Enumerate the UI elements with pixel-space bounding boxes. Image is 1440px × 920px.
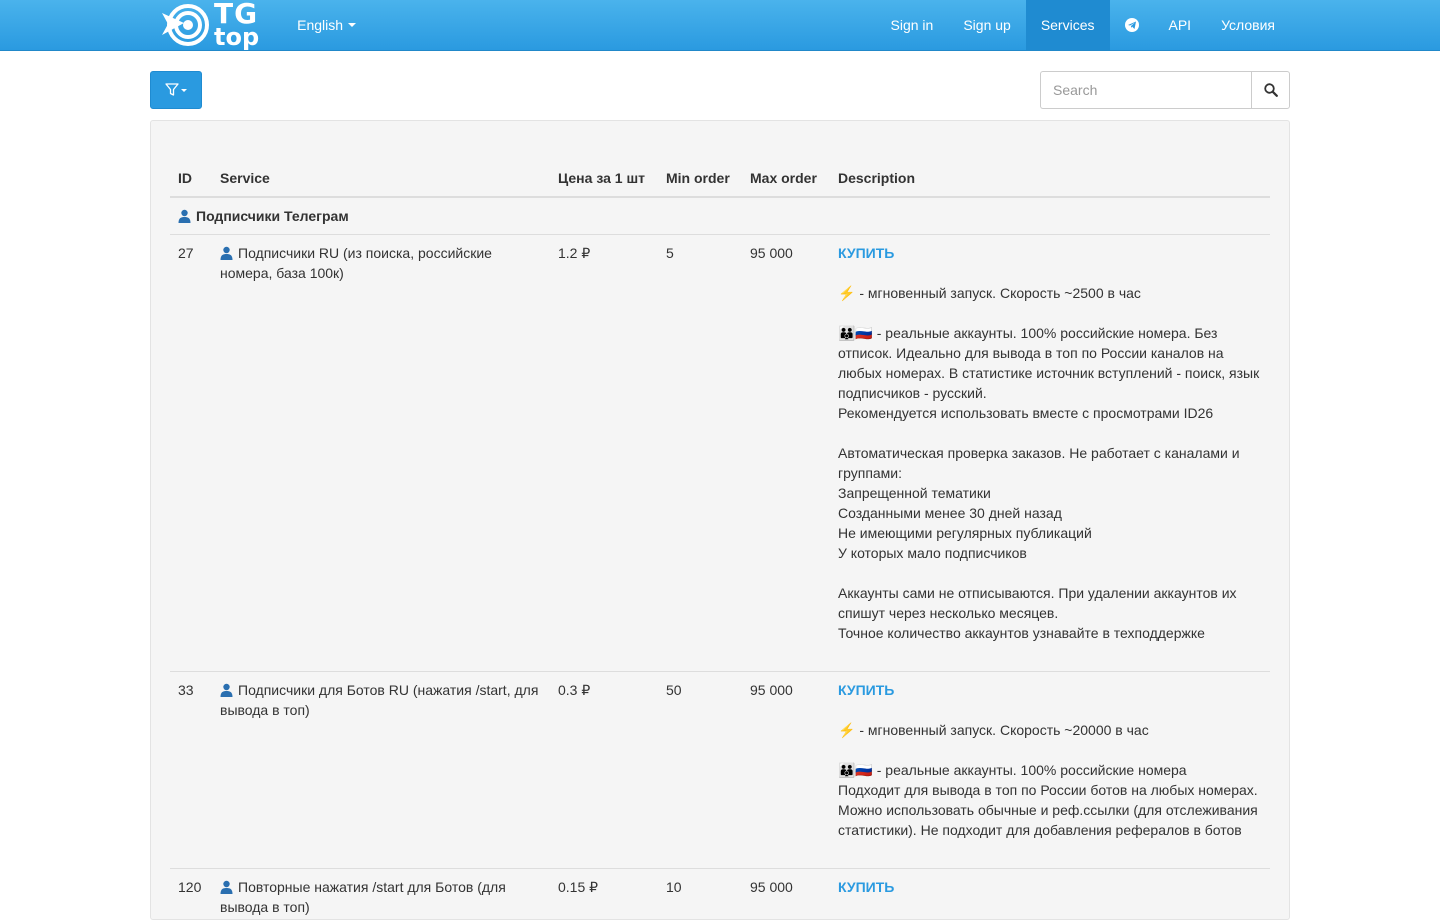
- description-paragraph: 👪🇷🇺 - реальные аккаунты. 100% российские…: [838, 760, 1262, 840]
- row-id: 27: [170, 235, 212, 672]
- header-service: Service: [212, 140, 550, 197]
- filter-button[interactable]: [150, 71, 202, 109]
- nav-api[interactable]: API: [1154, 0, 1207, 50]
- row-price: 1.2 ₽: [550, 235, 658, 672]
- user-icon: [220, 245, 233, 259]
- header-id: ID: [170, 140, 212, 197]
- main-container: ID Service Цена за 1 шт Min order Max or…: [150, 71, 1290, 920]
- table-header-row: ID Service Цена за 1 шт Min order Max or…: [170, 140, 1270, 197]
- search-button[interactable]: [1251, 71, 1290, 109]
- category-label: Подписчики Телеграм: [196, 208, 349, 224]
- row-max-order: 95 000: [742, 672, 830, 869]
- description-paragraph: ⚡ - мгновенный запуск. Скорость ~2500 в …: [838, 283, 1262, 303]
- category-cell: Подписчики Телеграм: [170, 197, 1270, 235]
- search-input[interactable]: [1040, 71, 1251, 109]
- nav-sign-up[interactable]: Sign up: [948, 0, 1025, 50]
- buy-button[interactable]: КУПИТЬ: [838, 879, 894, 895]
- category-row: Подписчики Телеграм: [170, 197, 1270, 235]
- row-service-name: Повторные нажатия /start для Ботов (для …: [220, 879, 506, 915]
- nav-terms[interactable]: Условия: [1206, 0, 1290, 50]
- user-icon: [220, 879, 233, 893]
- description-paragraph: Автоматическая проверка заказов. Не рабо…: [838, 443, 1262, 563]
- language-label: English: [297, 17, 343, 33]
- top-navbar: TG top English Sign in Sign up Services …: [0, 0, 1440, 51]
- row-service: Подписчики RU (из поиска, российские ном…: [212, 235, 550, 672]
- header-price: Цена за 1 шт: [550, 140, 658, 197]
- row-service: Подписчики для Ботов RU (нажатия /start,…: [212, 672, 550, 869]
- nav-telegram[interactable]: [1110, 0, 1154, 50]
- table-row: 33Подписчики для Ботов RU (нажатия /star…: [170, 672, 1270, 869]
- navbar-inner: TG top English Sign in Sign up Services …: [150, 0, 1290, 50]
- row-min-order: 50: [658, 672, 742, 869]
- telegram-icon: [1125, 18, 1139, 32]
- row-price: 0.15 ₽: [550, 869, 658, 920]
- toolbar: [150, 71, 1290, 109]
- row-min-order: 5: [658, 235, 742, 672]
- row-price: 0.3 ₽: [550, 672, 658, 869]
- description-paragraph: Аккаунты сами не отписываются. При удале…: [838, 583, 1262, 643]
- row-description: КУПИТЬ ⚡ - мгновенный запуск. Скорость ~2…: [830, 672, 1270, 869]
- chevron-down-icon: [348, 23, 356, 27]
- brand-text: TG top: [214, 2, 259, 48]
- row-min-order: 10: [658, 869, 742, 920]
- row-service-name: Подписчики для Ботов RU (нажатия /start,…: [220, 682, 538, 718]
- table-row: 27Подписчики RU (из поиска, российские н…: [170, 235, 1270, 672]
- buy-button[interactable]: КУПИТЬ: [838, 245, 894, 261]
- language-dropdown[interactable]: English: [297, 17, 356, 33]
- row-id: 33: [170, 672, 212, 869]
- row-service-name: Подписчики RU (из поиска, российские ном…: [220, 245, 492, 281]
- services-table: ID Service Цена за 1 шт Min order Max or…: [170, 140, 1270, 920]
- table-row: 120Повторные нажатия /start для Ботов (д…: [170, 869, 1270, 920]
- header-description: Description: [830, 140, 1270, 197]
- nav-links: Sign in Sign up Services API Условия: [876, 0, 1290, 50]
- filter-icon: [165, 83, 187, 97]
- search-icon: [1264, 83, 1278, 97]
- nav-services[interactable]: Services: [1026, 0, 1110, 50]
- brand-logo[interactable]: TG top: [160, 0, 259, 50]
- description-paragraph: 👪🇷🇺 - реальные аккаунты. 100% российские…: [838, 323, 1262, 423]
- header-min-order: Min order: [658, 140, 742, 197]
- description-paragraph: ⚡ - мгновенный запуск. Скорость ~20000 в…: [838, 720, 1262, 740]
- target-logo-icon: [160, 3, 210, 47]
- buy-button[interactable]: КУПИТЬ: [838, 682, 894, 698]
- user-icon: [220, 682, 233, 696]
- row-id: 120: [170, 869, 212, 920]
- row-max-order: 95 000: [742, 869, 830, 920]
- services-panel: ID Service Цена за 1 шт Min order Max or…: [150, 120, 1290, 920]
- search-group: [1040, 71, 1290, 109]
- header-max-order: Max order: [742, 140, 830, 197]
- brand-text-line2: top: [214, 26, 259, 48]
- row-description: КУПИТЬ⚡ - мгновенный запуск. Скорость ~4…: [830, 869, 1270, 920]
- user-icon: [178, 208, 191, 222]
- row-max-order: 95 000: [742, 235, 830, 672]
- row-description: КУПИТЬ ⚡ - мгновенный запуск. Скорость ~2…: [830, 235, 1270, 672]
- nav-sign-in[interactable]: Sign in: [876, 0, 949, 50]
- row-service: Повторные нажатия /start для Ботов (для …: [212, 869, 550, 920]
